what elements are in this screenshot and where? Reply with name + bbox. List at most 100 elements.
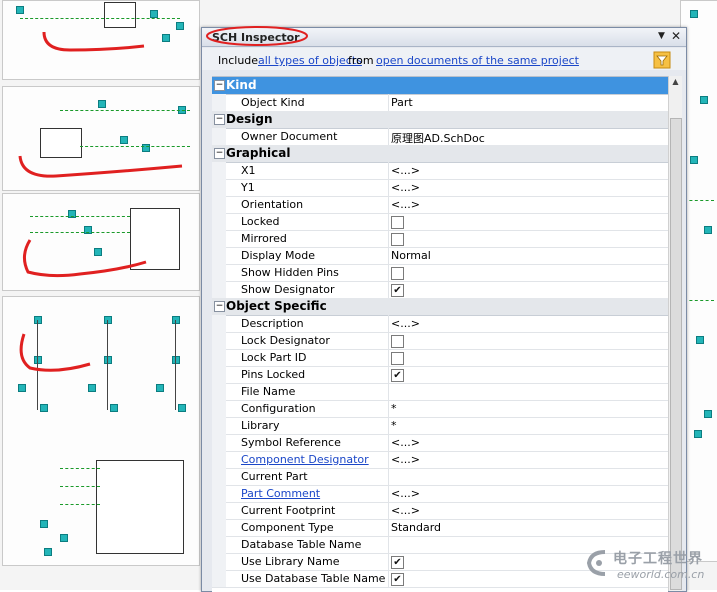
collapse-minus-icon[interactable]: − <box>214 114 225 125</box>
property-value[interactable]: <...> <box>391 504 420 517</box>
property-row[interactable]: Object Kind Part <box>212 94 668 112</box>
property-name[interactable]: Component Designator <box>241 453 369 466</box>
property-row[interactable]: Lock Part ID <box>212 349 668 367</box>
property-value[interactable]: Standard <box>391 521 441 534</box>
sch-inspector-panel: SCH Inspector ▼ ✕ Include all types of o… <box>201 26 687 592</box>
property-value[interactable]: <...> <box>391 453 420 466</box>
property-row[interactable]: Component Type Standard <box>212 519 668 537</box>
component-pad <box>16 6 24 14</box>
property-value[interactable]: 原理图AD.SchDoc <box>391 130 485 146</box>
checkbox-unchecked[interactable] <box>391 233 404 246</box>
row-gutter <box>212 434 226 451</box>
property-row[interactable]: Description <...> <box>212 315 668 333</box>
red-annotation-stroke <box>19 333 91 372</box>
row-gutter <box>212 502 226 519</box>
property-name: Display Mode <box>241 249 316 262</box>
checkbox-unchecked[interactable] <box>391 267 404 280</box>
checkbox-checked[interactable]: ✔ <box>391 284 404 297</box>
property-value[interactable]: Part <box>391 96 413 109</box>
component-pad <box>694 430 702 438</box>
property-row[interactable]: Symbol Reference <...> <box>212 434 668 452</box>
object-type-scope-link[interactable]: all types of objects <box>258 54 362 67</box>
checkbox-unchecked[interactable] <box>391 352 404 365</box>
property-row[interactable]: Current Part <box>212 468 668 486</box>
property-name[interactable]: Part Comment <box>241 487 320 500</box>
diode-symbol <box>104 2 136 28</box>
property-row[interactable]: Show Designator ✔ <box>212 281 668 299</box>
watermark-text: 电子工程世界 <box>613 551 703 567</box>
row-gutter <box>212 468 226 485</box>
property-row[interactable]: Owner Document 原理图AD.SchDoc <box>212 128 668 146</box>
section-header[interactable]: − Design <box>212 111 668 129</box>
column-divider <box>388 264 389 281</box>
property-row[interactable]: File Name <box>212 383 668 401</box>
property-name: Owner Document <box>241 130 338 143</box>
section-title: Kind <box>226 78 257 92</box>
row-gutter <box>212 485 226 502</box>
property-value[interactable]: <...> <box>391 164 420 177</box>
net-wire <box>60 110 190 111</box>
checkbox-checked[interactable]: ✔ <box>391 369 404 382</box>
property-name: Library <box>241 419 280 432</box>
column-divider <box>388 128 389 145</box>
property-row[interactable]: Configuration * <box>212 400 668 418</box>
scroll-up-arrow-icon[interactable]: ▲ <box>669 76 682 88</box>
scrollbar-thumb[interactable] <box>670 118 682 590</box>
property-value[interactable]: <...> <box>391 198 420 211</box>
column-divider <box>388 434 389 451</box>
document-scope-link[interactable]: open documents of the same project <box>376 54 579 67</box>
close-icon[interactable]: ✕ <box>670 30 682 42</box>
component-pad <box>44 548 52 556</box>
property-row[interactable]: Pins Locked ✔ <box>212 366 668 384</box>
column-divider <box>388 485 389 502</box>
property-value[interactable]: <...> <box>391 487 420 500</box>
property-row[interactable]: Library * <box>212 417 668 435</box>
component-pad <box>172 316 180 324</box>
property-value[interactable]: * <box>391 402 397 415</box>
collapse-minus-icon[interactable]: − <box>214 80 225 91</box>
section-header[interactable]: − Object Specific <box>212 298 668 316</box>
component-pad <box>110 404 118 412</box>
from-label: from <box>348 54 374 67</box>
property-row[interactable]: Part Comment <...> <box>212 485 668 503</box>
section-header[interactable]: − Kind <box>212 77 668 95</box>
property-row[interactable]: Current Footprint <...> <box>212 502 668 520</box>
property-row[interactable]: Show Hidden Pins <box>212 264 668 282</box>
property-value[interactable]: <...> <box>391 181 420 194</box>
collapse-minus-icon[interactable]: − <box>214 148 225 159</box>
row-gutter <box>212 417 226 434</box>
property-name: Pins Locked <box>241 368 306 381</box>
property-row[interactable]: Orientation <...> <box>212 196 668 214</box>
row-gutter <box>212 281 226 298</box>
property-value[interactable]: <...> <box>391 317 420 330</box>
section-header[interactable]: − Graphical <box>212 145 668 163</box>
checkbox-unchecked[interactable] <box>391 335 404 348</box>
row-gutter <box>212 383 226 400</box>
property-name: Use Database Table Name <box>241 572 386 585</box>
collapse-minus-icon[interactable]: − <box>214 301 225 312</box>
property-row[interactable]: Y1 <...> <box>212 179 668 197</box>
property-value[interactable]: * <box>391 419 397 432</box>
property-row[interactable]: Mirrored <box>212 230 668 248</box>
component-pad <box>40 520 48 528</box>
checkbox-checked[interactable]: ✔ <box>391 556 404 569</box>
property-row[interactable]: Component Designator <...> <box>212 451 668 469</box>
funnel-filter-icon[interactable] <box>653 51 671 69</box>
section-title: Object Specific <box>226 299 327 313</box>
column-divider <box>388 451 389 468</box>
column-divider <box>388 196 389 213</box>
dropdown-pin-icon[interactable]: ▼ <box>656 31 667 42</box>
panel-title-bar[interactable]: SCH Inspector ▼ ✕ <box>202 26 686 47</box>
vertical-scrollbar[interactable]: ▲ <box>668 76 682 591</box>
property-row[interactable]: Display Mode Normal <box>212 247 668 265</box>
net-wire <box>20 18 180 19</box>
property-row[interactable]: Lock Designator <box>212 332 668 350</box>
property-value[interactable]: Normal <box>391 249 431 262</box>
property-row[interactable]: Locked <box>212 213 668 231</box>
property-row[interactable]: X1 <...> <box>212 162 668 180</box>
property-value[interactable]: <...> <box>391 436 420 449</box>
property-name: Lock Designator <box>241 334 330 347</box>
checkbox-unchecked[interactable] <box>391 216 404 229</box>
component-pad <box>690 156 698 164</box>
checkbox-checked[interactable]: ✔ <box>391 573 404 586</box>
